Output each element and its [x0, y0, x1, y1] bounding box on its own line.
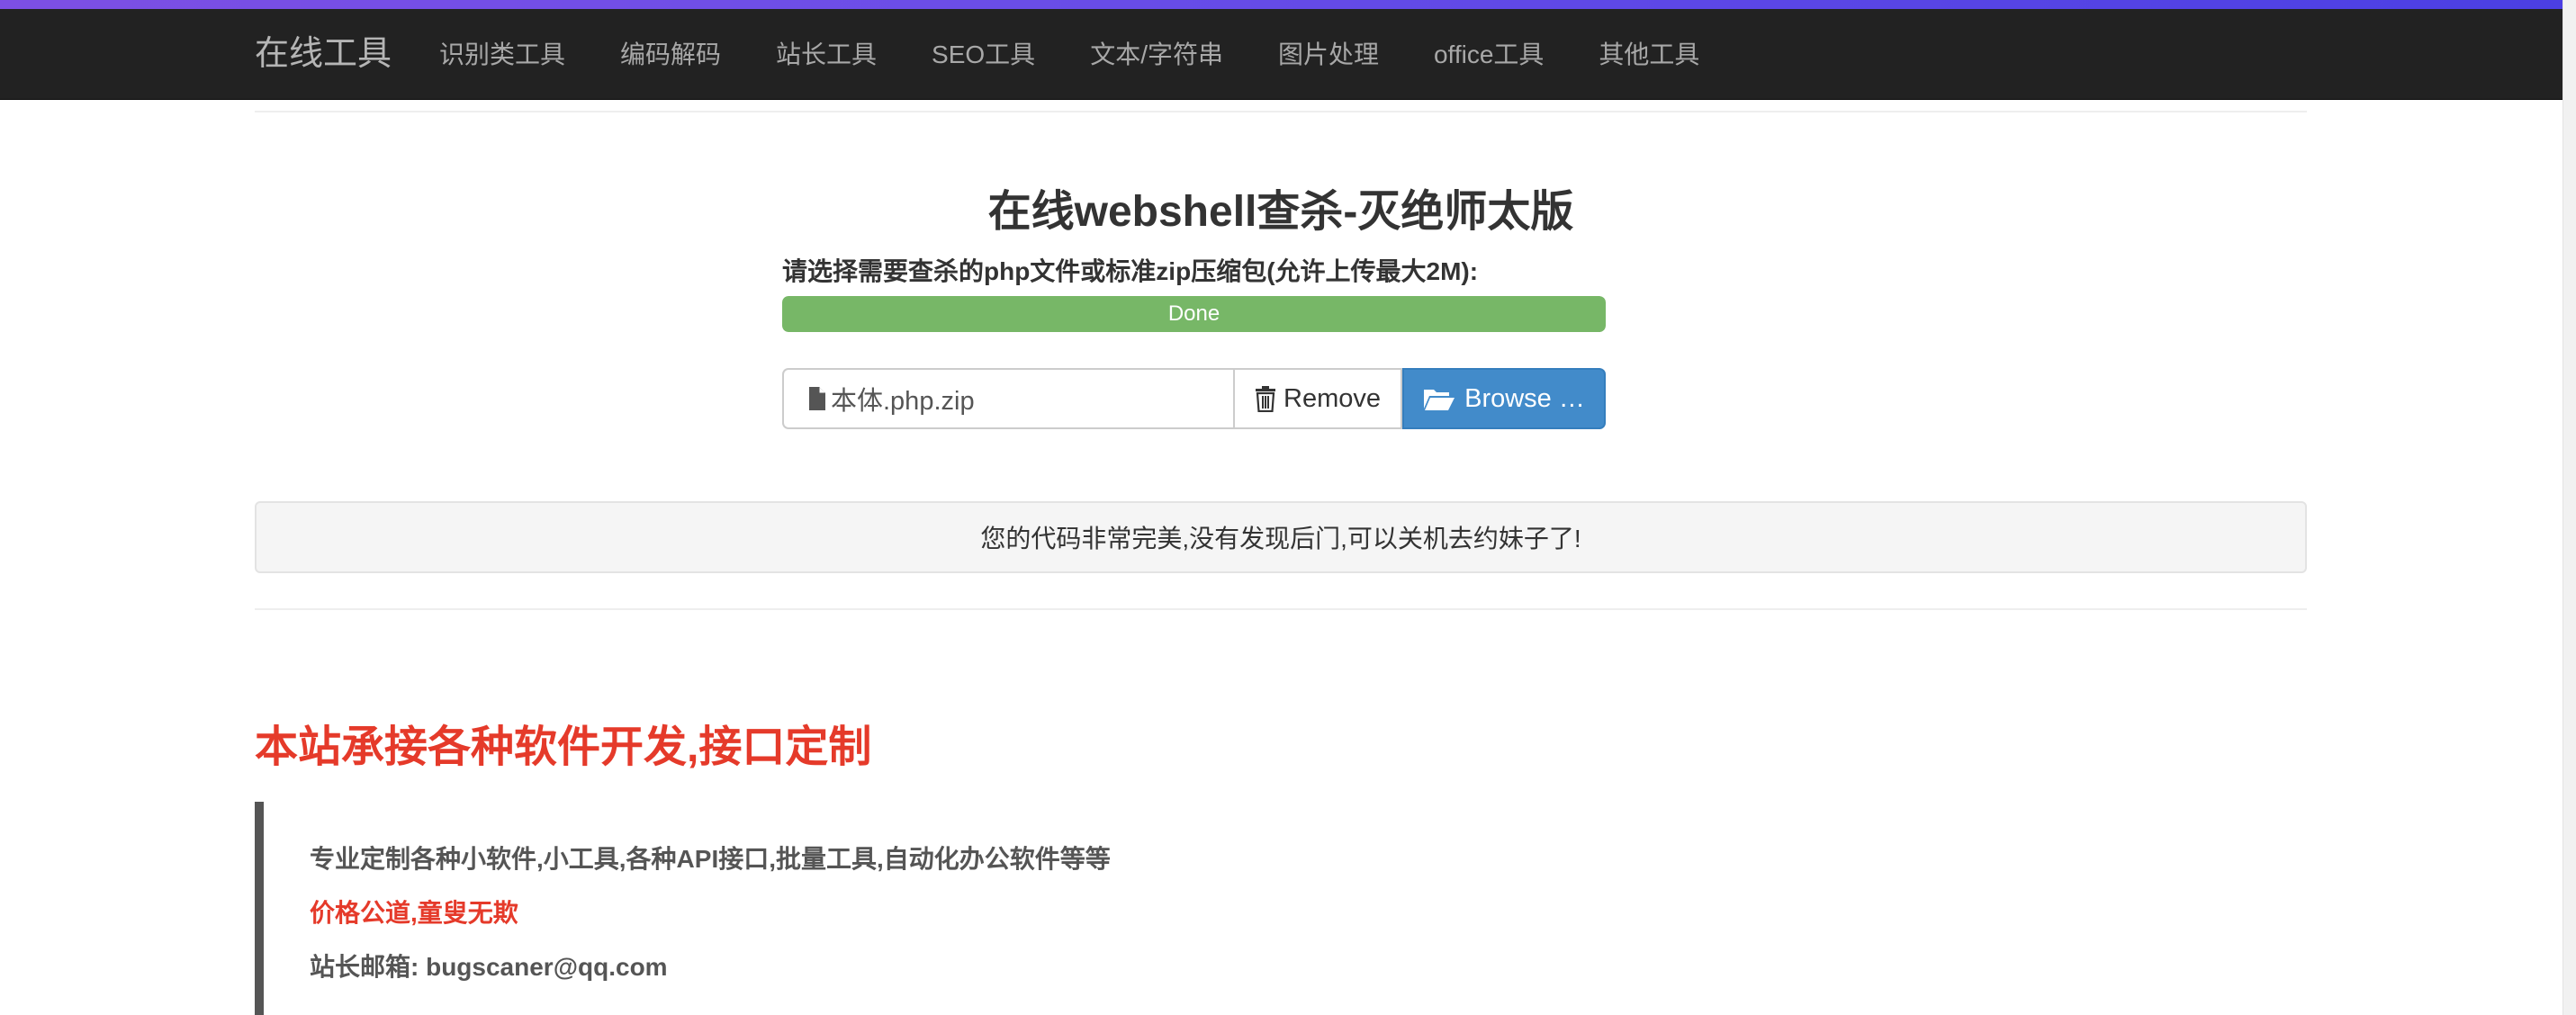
promo-line-services: 专业定制各种小软件,小工具,各种API接口,批量工具,自动化办公软件等等 — [310, 845, 1111, 873]
upload-label: 请选择需要查杀的php文件或标准zip压缩包(允许上传最大2M): — [782, 257, 1479, 285]
divider-bottom — [255, 608, 2307, 610]
page-title: 在线webshell查杀-灭绝师太版 — [987, 188, 1574, 236]
remove-button[interactable]: Remove — [1233, 368, 1402, 429]
file-name: 本体.php.zip — [831, 387, 975, 416]
nav-item-other-tools[interactable]: 其他工具 — [1599, 9, 1699, 100]
browse-button[interactable]: Browse … — [1402, 368, 1606, 429]
divider-top — [255, 111, 2307, 112]
nav-item-text-string[interactable]: 文本/字符串 — [1090, 9, 1223, 100]
nav-item-encoding-decoding[interactable]: 编码解码 — [620, 9, 721, 100]
nav-item-image-processing[interactable]: 图片处理 — [1278, 9, 1379, 100]
file-input-group: 本体.php.zip Remove Browse … — [782, 368, 1606, 429]
promo-line-email: 站长邮箱: bugscaner@qq.com — [310, 953, 668, 981]
nav-item-office-tools[interactable]: office工具 — [1434, 9, 1544, 100]
file-icon — [809, 387, 825, 410]
folder-open-icon — [1424, 390, 1455, 410]
nav-item-recognition-tools[interactable]: 识别类工具 — [439, 9, 565, 100]
upload-progress-bar: Done — [782, 296, 1606, 332]
file-caption[interactable]: 本体.php.zip — [782, 368, 1233, 429]
promo-blockquote: 专业定制各种小软件,小工具,各种API接口,批量工具,自动化办公软件等等 价格公… — [255, 802, 1335, 1015]
top-accent-bar — [0, 0, 2562, 9]
nav-menu: 识别类工具 编码解码 站长工具 SEO工具 文本/字符串 图片处理 office… — [439, 9, 1754, 100]
nav-item-webmaster-tools[interactable]: 站长工具 — [776, 9, 877, 100]
trash-icon — [1256, 386, 1275, 412]
promo-heading: 本站承接各种软件开发,接口定制 — [255, 723, 872, 771]
scan-result-message: 您的代码非常完美,没有发现后门,可以关机去约妹子了! — [255, 501, 2307, 573]
remove-label: Remove — [1283, 383, 1381, 413]
navbar: 在线工具 识别类工具 编码解码 站长工具 SEO工具 文本/字符串 图片处理 o… — [0, 9, 2562, 100]
page-scrollbar[interactable] — [2562, 0, 2576, 1015]
browse-label: Browse … — [1464, 383, 1585, 413]
progress-fill: Done — [782, 296, 1606, 332]
promo-line-pricing: 价格公道,童叟无欺 — [310, 899, 518, 927]
navbar-brand[interactable]: 在线工具 — [255, 9, 392, 100]
nav-item-seo-tools[interactable]: SEO工具 — [932, 9, 1035, 100]
